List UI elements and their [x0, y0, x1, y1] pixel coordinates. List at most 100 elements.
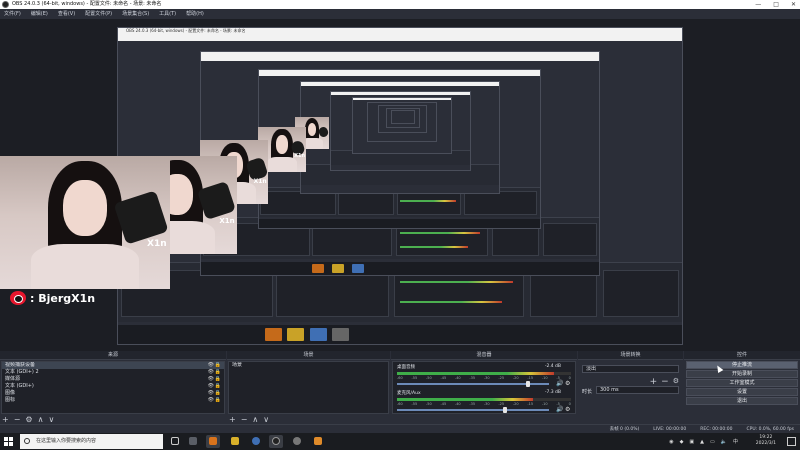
visibility-eye-icon[interactable]: 👁 [208, 390, 214, 397]
meter-scale-tick: -60 [397, 376, 403, 380]
menu-help[interactable]: 帮助(H) [186, 9, 204, 19]
add-scene-button[interactable]: + [229, 415, 236, 424]
move-source-down-button[interactable]: ∨ [48, 415, 54, 424]
scenes-dock: 场景 场景 + − ∧ ∨ [227, 351, 390, 424]
dock-area: 来源 视频捕获设备 👁 🔒 文本 (GDI+) 2 👁 🔒 媒体源 👁 🔒 文本 (GDI+… [0, 351, 800, 424]
meter-scale-tick: -20 [512, 402, 519, 406]
audio-mixer-dock: 混音器 桌面音频 -2.4 dB -60 -55 -50 -45 -40 -35 -30 -2… [391, 351, 577, 424]
network-icon[interactable]: ▭ [710, 439, 715, 445]
window-controls: — □ ✕ [755, 0, 796, 9]
visibility-eye-icon[interactable]: 👁 [208, 383, 214, 390]
meter-scale-tick: -60 [397, 402, 403, 406]
tray-app-icon[interactable]: ▣ [689, 439, 694, 445]
taskbar-app-icon[interactable] [228, 435, 242, 448]
source-properties-gear-icon[interactable]: ⚙ [25, 415, 32, 424]
studio-mode-button[interactable]: 工作室模式 [686, 379, 798, 387]
taskbar-app-icon[interactable] [206, 435, 220, 448]
controls-dock-title: 控件 [684, 351, 800, 360]
transitions-dock-title: 场景转换 [578, 351, 683, 360]
settings-button[interactable]: 设置 [686, 388, 798, 396]
lock-icon[interactable]: 🔒 [215, 369, 221, 376]
taskbar-app-icon[interactable] [311, 435, 325, 448]
channel-name: 桌面音频 [397, 365, 415, 370]
lock-icon[interactable]: 🔒 [215, 376, 221, 383]
taskbar-search-box[interactable]: 在这里输入你要搜索的内容 [20, 434, 163, 449]
sources-toolbar: + − ⚙ ∧ ∨ [2, 414, 224, 424]
cpu-fps: CPU: 0.0%, 60.00 fps [746, 427, 795, 432]
tray-app-icon[interactable]: ▲ [700, 439, 704, 445]
volume-slider-knob[interactable] [525, 381, 530, 387]
volume-slider[interactable] [397, 381, 549, 387]
start-recording-button[interactable]: 开始录制 [686, 370, 798, 378]
visibility-eye-icon[interactable]: 👁 [208, 362, 214, 369]
source-item[interactable]: 图标 👁 🔒 [2, 397, 224, 404]
meter-scale-tick: -35 [469, 402, 476, 406]
mute-speaker-icon[interactable]: 🔊 [556, 381, 563, 387]
lock-icon[interactable]: 🔒 [215, 383, 221, 390]
move-scene-up-button[interactable]: ∧ [252, 415, 258, 424]
taskbar-clock[interactable]: 19:22 2022/3/1 [756, 435, 776, 447]
source-item[interactable]: 视频捕获设备 👁 🔒 [2, 362, 224, 369]
obs-taskbar-icon[interactable] [269, 435, 283, 448]
channel-db: -2.4 dB [544, 364, 561, 369]
taskbar-app-icon[interactable] [186, 435, 200, 448]
taskbar-app-icon[interactable] [290, 435, 304, 448]
source-item[interactable]: 媒体源 👁 🔒 [2, 376, 224, 383]
volume-meter [397, 398, 571, 401]
channel-gear-icon[interactable]: ⚙ [565, 381, 571, 387]
task-view-icon[interactable] [168, 435, 182, 448]
move-scene-down-button[interactable]: ∨ [263, 415, 269, 424]
remove-scene-button[interactable]: − [241, 415, 248, 424]
duration-field[interactable]: 300 ms [596, 386, 679, 394]
window-titlebar: OBS 24.0.3 (64-bit, windows) - 配置文件: 未命名… [0, 0, 800, 9]
meter-scale-tick: -40 [454, 402, 461, 406]
scene-item[interactable]: 场景 [229, 362, 388, 369]
source-item[interactable]: 文本 (GDI+) 2 👁 🔒 [2, 369, 224, 376]
tray-app-icon[interactable]: ◉ [669, 439, 673, 445]
stop-streaming-button[interactable]: 停止推流 [686, 361, 798, 369]
volume-icon[interactable]: 🔈 [721, 439, 727, 445]
source-item[interactable]: 图像 👁 🔒 [2, 390, 224, 397]
minimize-button[interactable]: — [755, 0, 761, 9]
lock-icon[interactable]: 🔒 [215, 362, 221, 369]
menu-view[interactable]: 查看(V) [58, 9, 75, 19]
mixer-body: 桌面音频 -2.4 dB -60 -55 -50 -45 -40 -35 -30 -25 -20… [392, 361, 576, 414]
close-button[interactable]: ✕ [791, 0, 796, 9]
menu-file[interactable]: 文件(F) [4, 9, 21, 19]
add-source-button[interactable]: + [2, 415, 9, 424]
source-item-label: 文本 (GDI+) 2 [5, 369, 39, 375]
menu-tools[interactable]: 工具(T) [159, 9, 176, 19]
notification-icon[interactable] [787, 437, 796, 446]
ime-indicator[interactable]: 中 [733, 438, 738, 445]
visibility-eye-icon[interactable]: 👁 [208, 376, 214, 383]
source-item[interactable]: 文本 (GDI+) 👁 🔒 [2, 383, 224, 390]
mixer-dock-title: 混音器 [391, 351, 577, 360]
menu-scene-collection[interactable]: 场景集合(S) [122, 9, 149, 19]
lock-icon[interactable]: 🔒 [215, 390, 221, 397]
nested-titlebar [353, 98, 451, 101]
preview-canvas[interactable]: OBS 24.0.3 (64-bit, windows) - 配置文件: 未命名… [0, 19, 800, 351]
source-item-label: 文本 (GDI+) [5, 383, 34, 389]
visibility-eye-icon[interactable]: 👁 [208, 397, 214, 404]
volume-slider[interactable] [397, 407, 549, 413]
source-item-label: 视频捕获设备 [5, 362, 36, 368]
visibility-eye-icon[interactable]: 👁 [208, 369, 214, 376]
source-item-label: 图标 [5, 397, 16, 403]
meter-scale-tick: -50 [425, 376, 432, 380]
menu-edit[interactable]: 编辑(E) [31, 9, 48, 19]
tray-app-icon[interactable]: ◆ [680, 439, 684, 445]
move-source-up-button[interactable]: ∧ [38, 415, 44, 424]
menu-profile[interactable]: 配置文件(P) [85, 9, 112, 19]
windows-start-icon[interactable] [4, 437, 13, 446]
dropped-frames: 丢帧 0 (0.0%) [609, 427, 640, 432]
channel-gear-icon[interactable]: ⚙ [565, 407, 571, 413]
remove-source-button[interactable]: − [14, 415, 21, 424]
nested-titlebar [259, 70, 540, 77]
transition-select[interactable]: 淡出 [582, 365, 679, 373]
lock-icon[interactable]: 🔒 [215, 397, 221, 404]
maximize-button[interactable]: □ [773, 0, 779, 9]
volume-slider-knob[interactable] [502, 407, 507, 413]
taskbar-app-icon[interactable] [249, 435, 263, 448]
mute-speaker-icon[interactable]: 🔊 [556, 407, 563, 413]
exit-button[interactable]: 退出 [686, 397, 798, 405]
